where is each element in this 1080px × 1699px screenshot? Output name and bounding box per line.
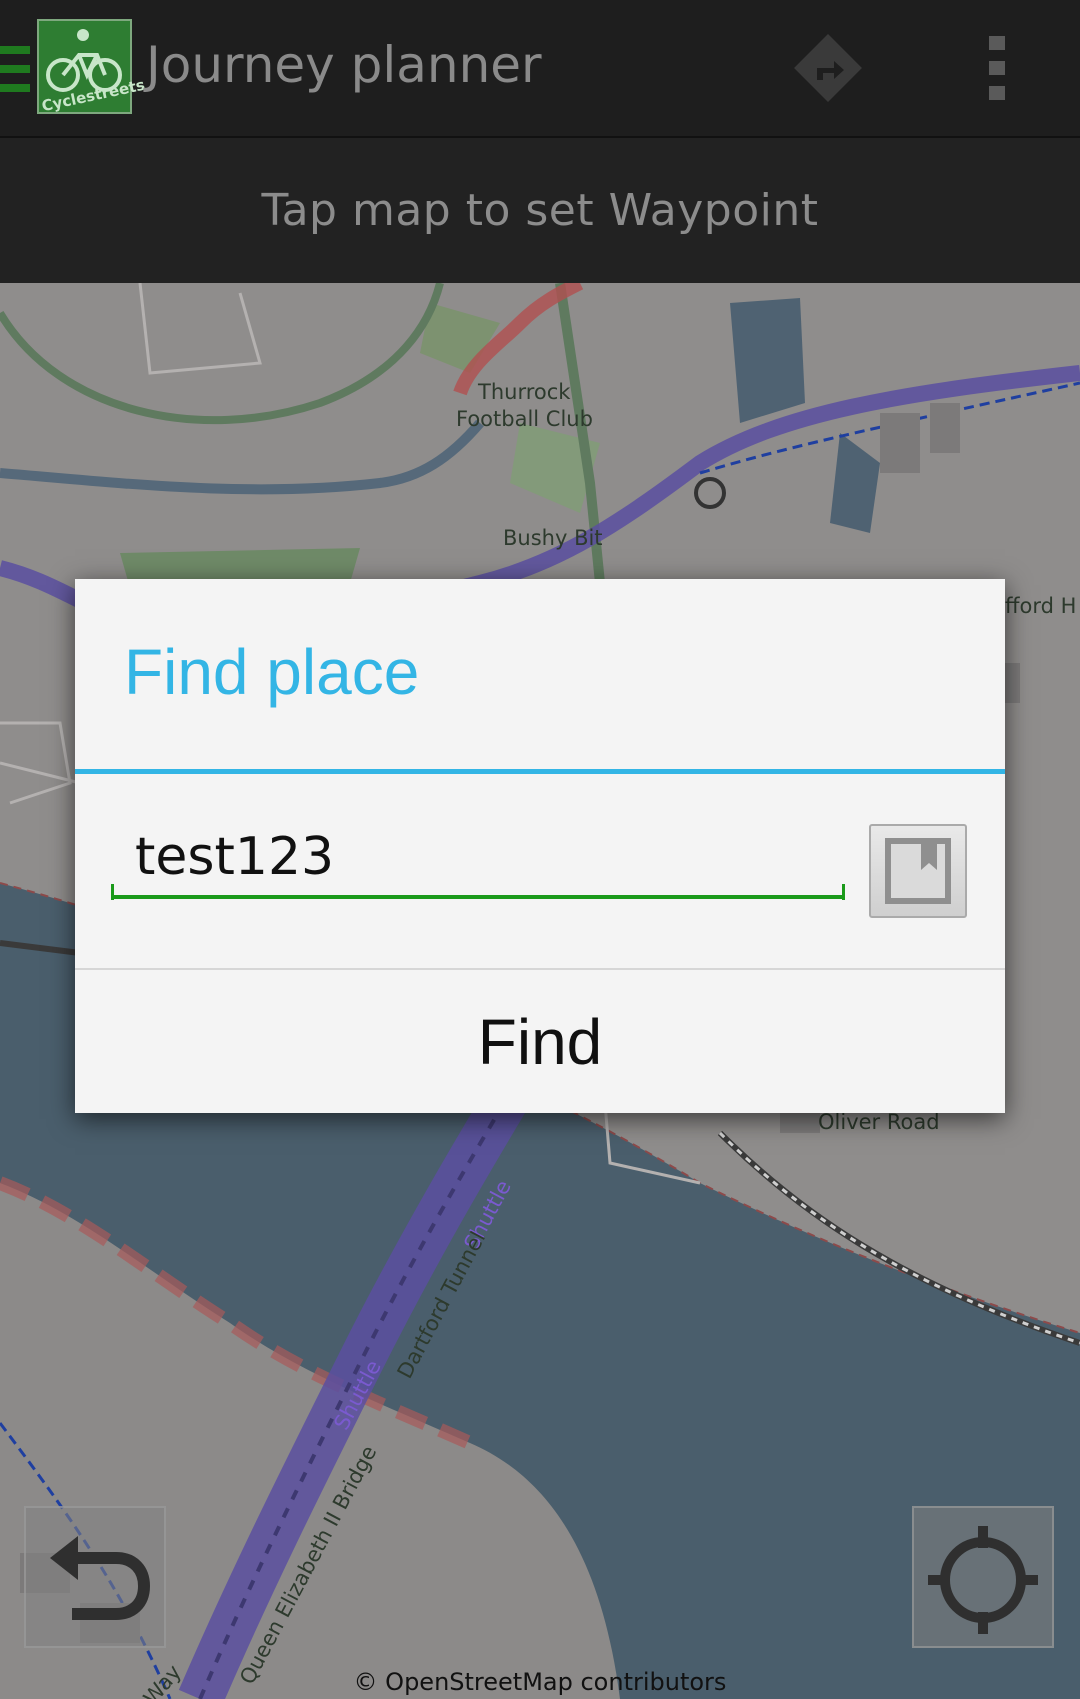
- input-underline-edge: [111, 884, 114, 900]
- page-title: Journey planner: [146, 36, 542, 94]
- directions-icon[interactable]: [790, 30, 866, 106]
- crosshair-locate-icon: [928, 1526, 1038, 1634]
- map-label: fford H: [1005, 594, 1077, 618]
- saved-places-button[interactable]: [869, 824, 967, 918]
- hint-bar: Tap map to set Waypoint: [0, 138, 1080, 283]
- find-place-dialog: Find place Find: [75, 579, 1005, 1113]
- hint-text: Tap map to set Waypoint: [261, 185, 819, 236]
- bookmark-icon: [885, 838, 951, 904]
- overflow-menu-icon[interactable]: [985, 36, 1009, 100]
- back-button[interactable]: [24, 1506, 166, 1648]
- map-label: Bushy Bit: [503, 526, 603, 550]
- action-bar: Cyclestreets Journey planner: [0, 0, 1080, 138]
- app-logo[interactable]: Cyclestreets: [37, 19, 146, 115]
- dialog-title-divider: [75, 769, 1005, 774]
- map-attribution: © OpenStreetMap contributors: [353, 1668, 727, 1696]
- dialog-title: Find place: [124, 636, 420, 708]
- find-button[interactable]: Find: [75, 970, 1005, 1113]
- map-label: Football Club: [456, 407, 593, 431]
- map-label: Oliver Road: [818, 1110, 940, 1134]
- map-label: Thurrock: [478, 380, 571, 404]
- input-underline-edge: [842, 884, 845, 900]
- undo-arrow-icon: [50, 1536, 151, 1620]
- drawer-toggle-icon[interactable]: [0, 46, 30, 92]
- locate-button[interactable]: [912, 1506, 1054, 1648]
- place-search-input[interactable]: [111, 819, 845, 899]
